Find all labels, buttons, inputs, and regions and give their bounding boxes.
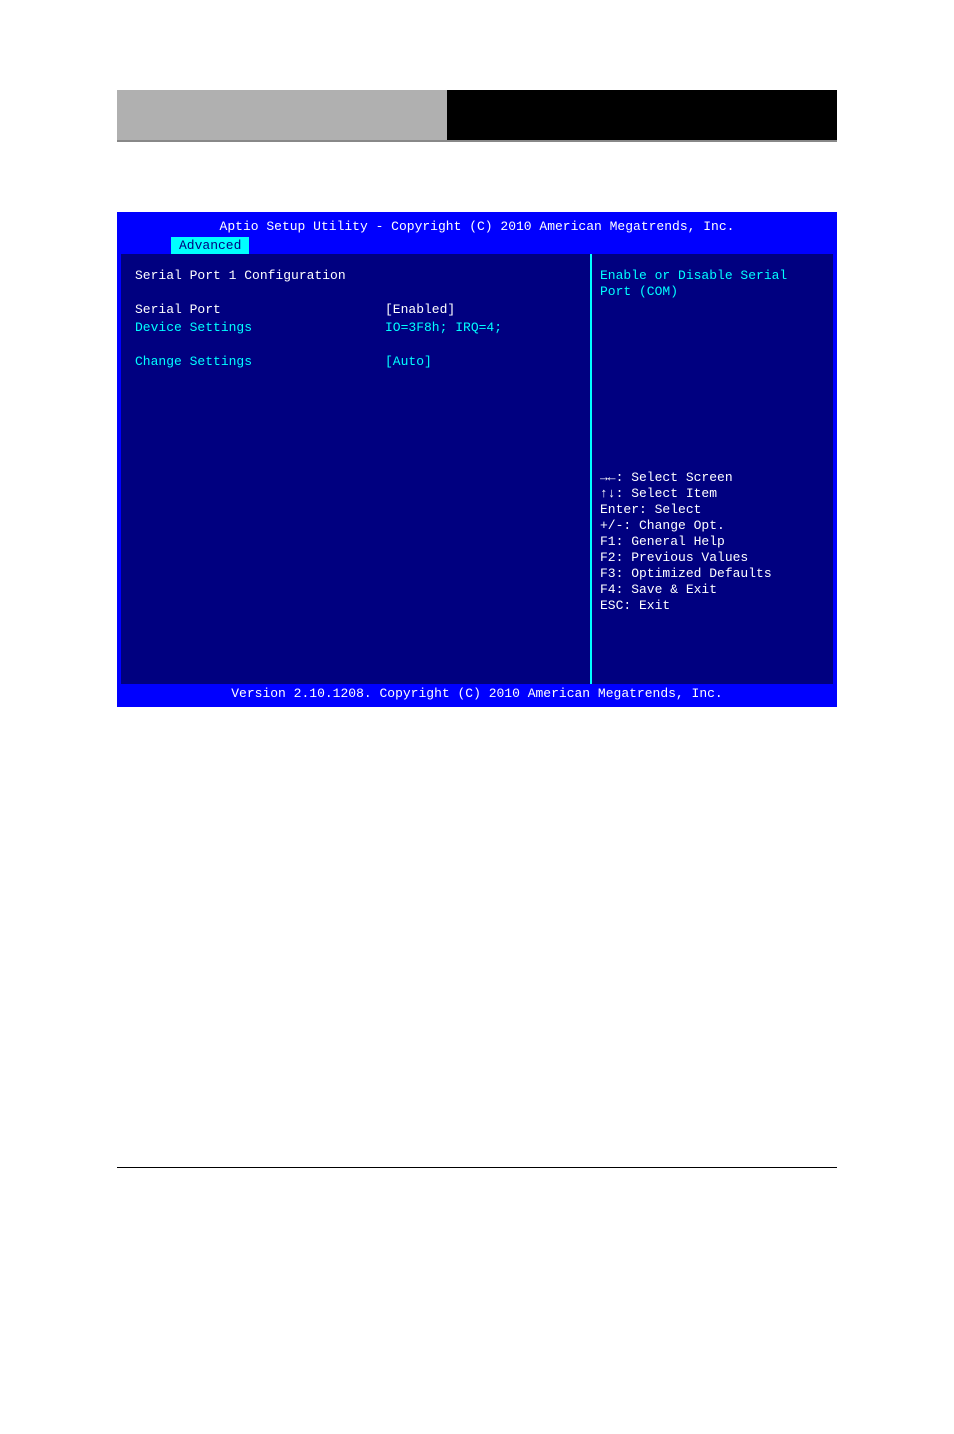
nav-optimized-defaults: F3: Optimized Defaults [600, 566, 825, 582]
nav-save-exit: F4: Save & Exit [600, 582, 825, 598]
bios-body: Serial Port 1 Configuration Serial Port … [121, 254, 833, 684]
nav-change-opt: +/-: Change Opt. [600, 518, 825, 534]
section-heading: Serial Port 1 Configuration [135, 268, 580, 284]
navigation-help: →←: Select Screen ↑↓: Select Item Enter:… [600, 470, 825, 614]
header-right-block [447, 90, 837, 142]
bios-tab-bar: Advanced [121, 237, 833, 254]
bios-title-bar: Aptio Setup Utility - Copyright (C) 2010… [121, 216, 833, 237]
change-settings-label: Change Settings [135, 354, 385, 370]
row-device-settings: Device Settings IO=3F8h; IRQ=4; [135, 320, 580, 336]
nav-enter: Enter: Select [600, 502, 825, 518]
page-footer-divider [117, 1167, 837, 1168]
header-left-block [117, 90, 447, 142]
serial-port-label: Serial Port [135, 302, 385, 318]
row-serial-port[interactable]: Serial Port [Enabled] [135, 302, 580, 318]
nav-select-item: ↑↓: Select Item [600, 486, 825, 502]
section-heading-label: Serial Port 1 Configuration [135, 268, 346, 284]
nav-general-help: F1: General Help [600, 534, 825, 550]
row-change-settings[interactable]: Change Settings [Auto] [135, 354, 580, 370]
context-help-text: Enable or Disable Serial Port (COM) [600, 268, 825, 300]
bios-screen: Aptio Setup Utility - Copyright (C) 2010… [117, 212, 837, 707]
device-settings-value: IO=3F8h; IRQ=4; [385, 320, 502, 336]
bios-help-panel: Enable or Disable Serial Port (COM) →←: … [592, 254, 833, 684]
change-settings-value: [Auto] [385, 354, 432, 370]
serial-port-value: [Enabled] [385, 302, 455, 318]
device-settings-label: Device Settings [135, 320, 385, 336]
bios-main-panel: Serial Port 1 Configuration Serial Port … [121, 254, 592, 684]
document-header [0, 90, 954, 142]
nav-select-screen: →←: Select Screen [600, 470, 825, 486]
tab-advanced[interactable]: Advanced [171, 237, 249, 254]
nav-esc-exit: ESC: Exit [600, 598, 825, 614]
bios-footer-bar: Version 2.10.1208. Copyright (C) 2010 Am… [121, 684, 833, 703]
nav-previous-values: F2: Previous Values [600, 550, 825, 566]
